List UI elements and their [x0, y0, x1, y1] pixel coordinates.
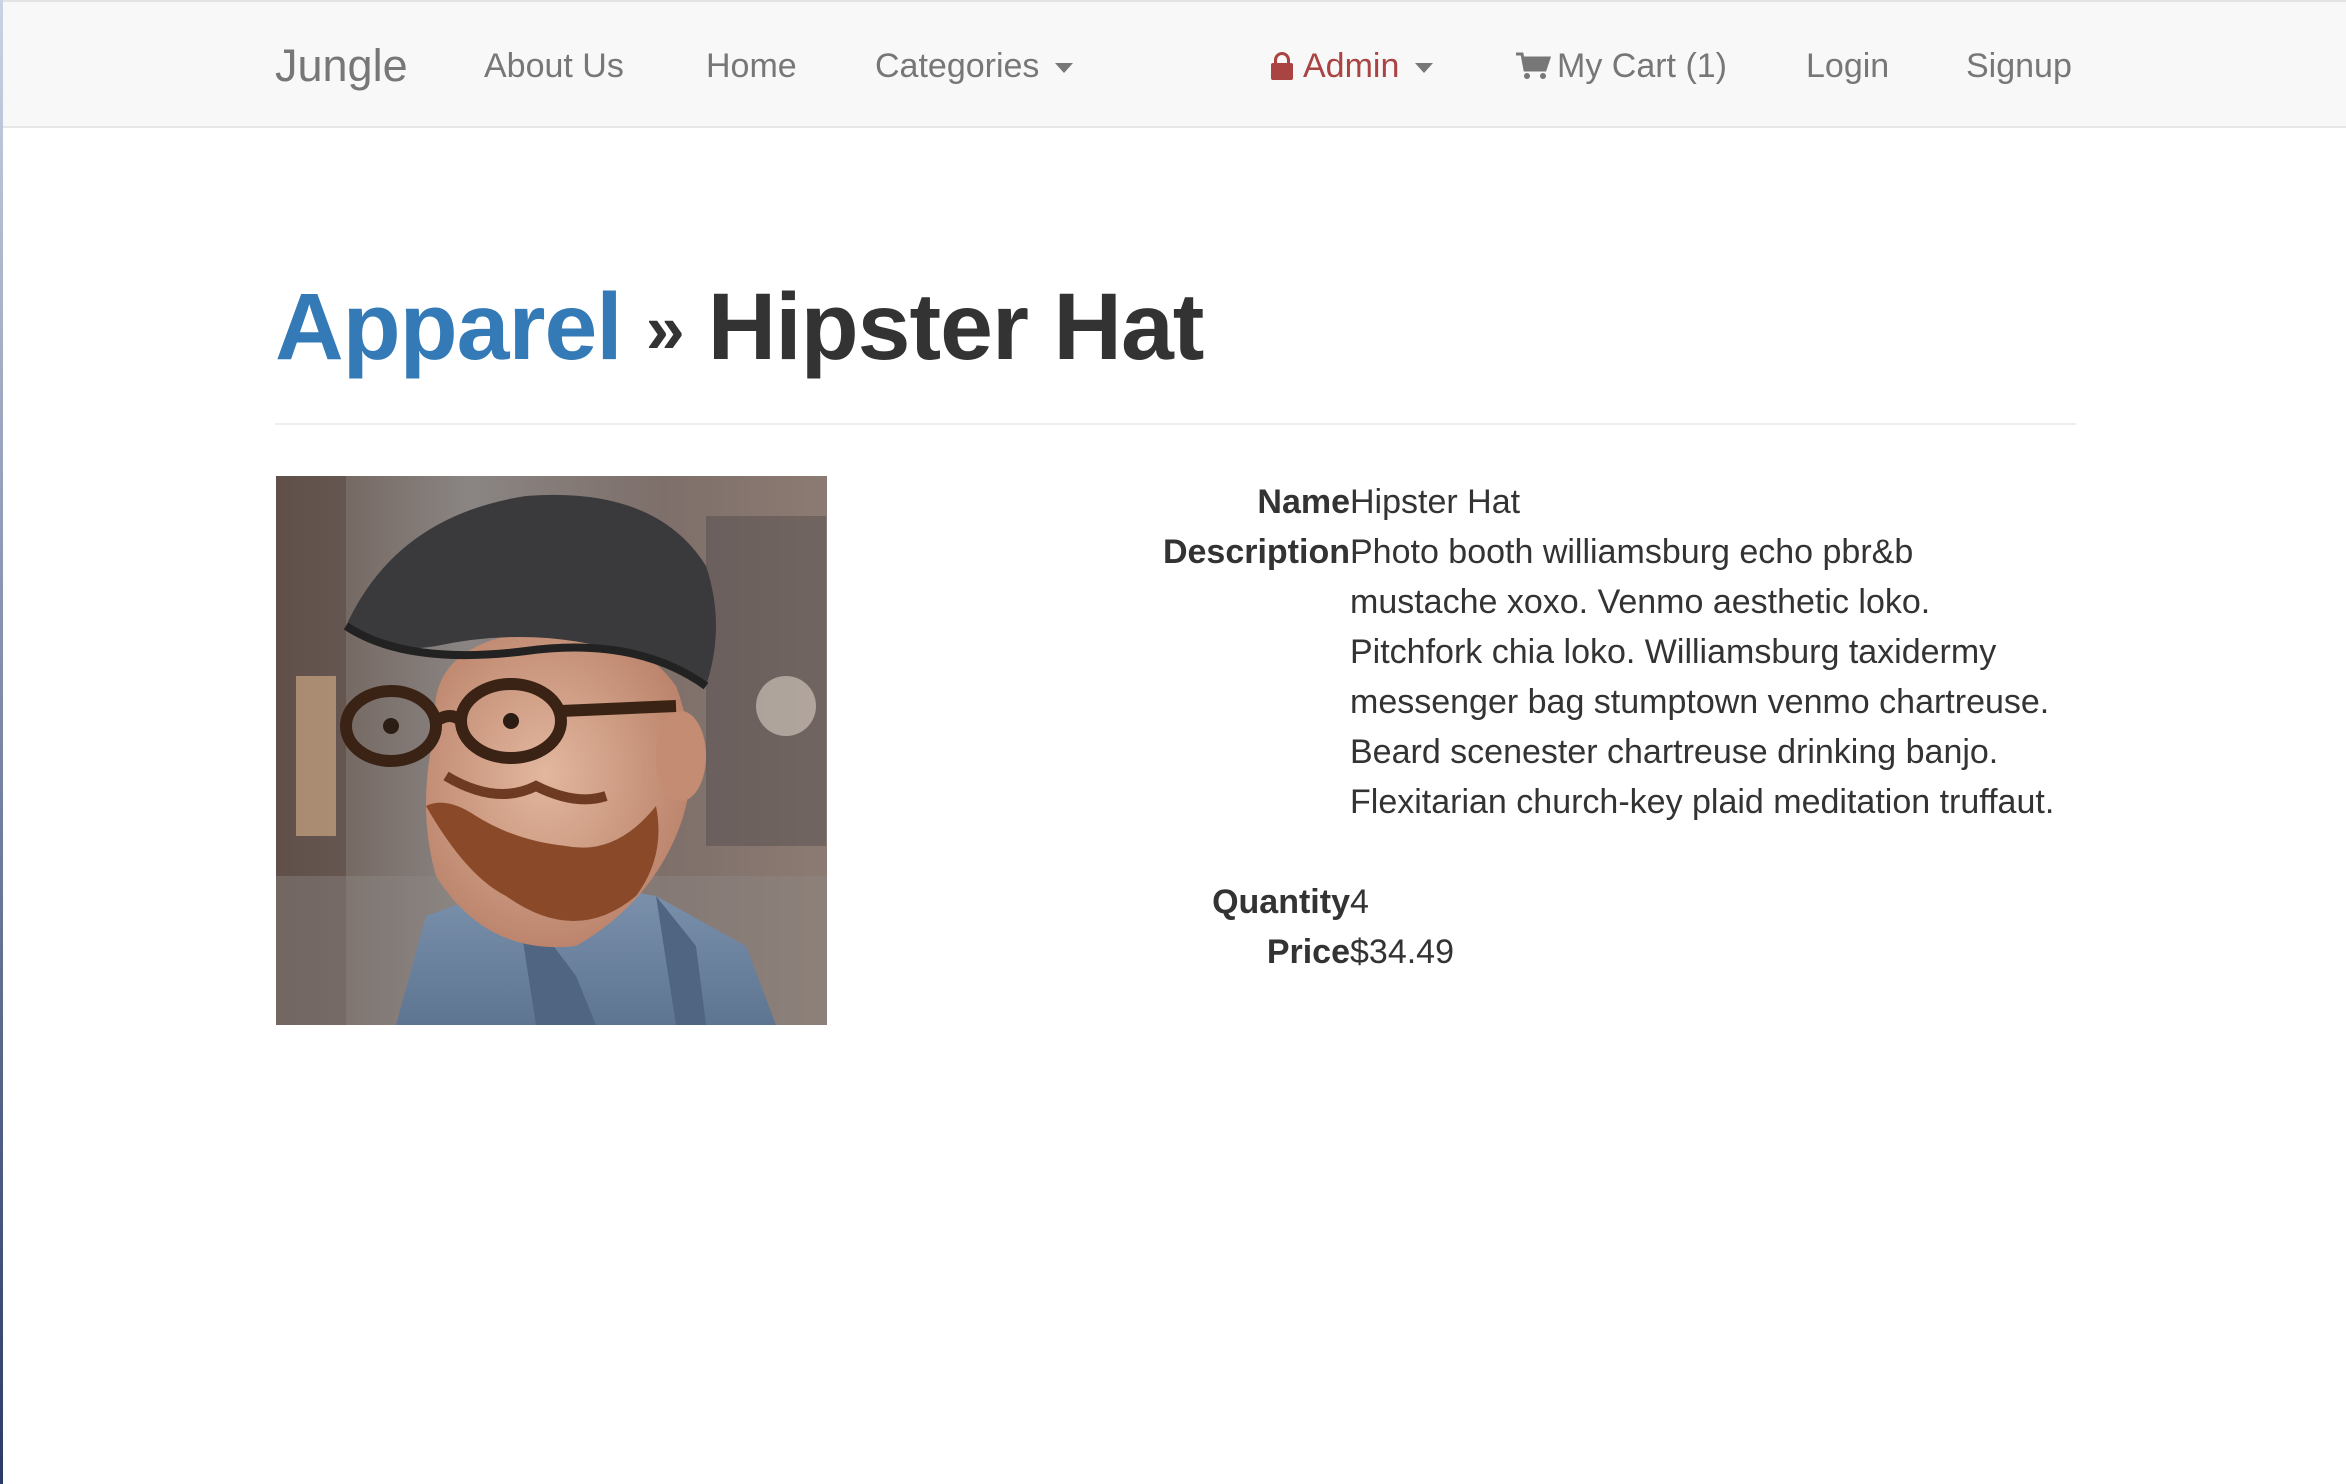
page-title: Apparel » Hipster Hat: [275, 272, 1205, 384]
breadcrumb-separator: »: [645, 290, 685, 368]
brand-link[interactable]: Jungle: [275, 2, 408, 130]
name-value: Hipster Hat: [1350, 483, 1521, 521]
nav-categories-dropdown[interactable]: Categories: [875, 2, 1074, 130]
breadcrumb-product-title: Hipster Hat: [707, 274, 1205, 380]
window-edge: [0, 0, 3, 1484]
title-divider: [275, 423, 2076, 425]
nav-home[interactable]: Home: [706, 2, 797, 130]
nav-signup[interactable]: Signup: [1966, 2, 2072, 130]
shopping-cart-icon: [1516, 52, 1551, 79]
nav-login[interactable]: Login: [1806, 2, 1889, 130]
price-label: Price: [1266, 933, 1350, 971]
nav-my-cart-label: My Cart (1): [1557, 47, 1727, 85]
top-navbar: Jungle About Us Home Categories Admin My…: [3, 0, 2346, 128]
caret-down-icon: [1055, 63, 1074, 74]
product-image: [276, 476, 827, 1025]
nav-about-us[interactable]: About Us: [484, 2, 624, 130]
breadcrumb-category-link[interactable]: Apparel: [275, 274, 623, 380]
quantity-label: Quantity: [1212, 883, 1350, 921]
nav-admin-dropdown[interactable]: Admin: [1271, 2, 1434, 130]
lock-icon: [1271, 52, 1293, 80]
quantity-value: 4: [1350, 883, 1369, 921]
caret-down-icon: [1415, 63, 1434, 74]
nav-admin-label: Admin: [1303, 47, 1400, 85]
description-label: Description: [1162, 533, 1350, 571]
nav-my-cart[interactable]: My Cart (1): [1515, 2, 1727, 130]
description-value: Photo booth williamsburg echo pbr&b must…: [1350, 533, 2055, 821]
price-value: $34.49: [1350, 933, 1454, 971]
nav-categories-label: Categories: [875, 47, 1040, 85]
name-label: Name: [1257, 483, 1350, 521]
